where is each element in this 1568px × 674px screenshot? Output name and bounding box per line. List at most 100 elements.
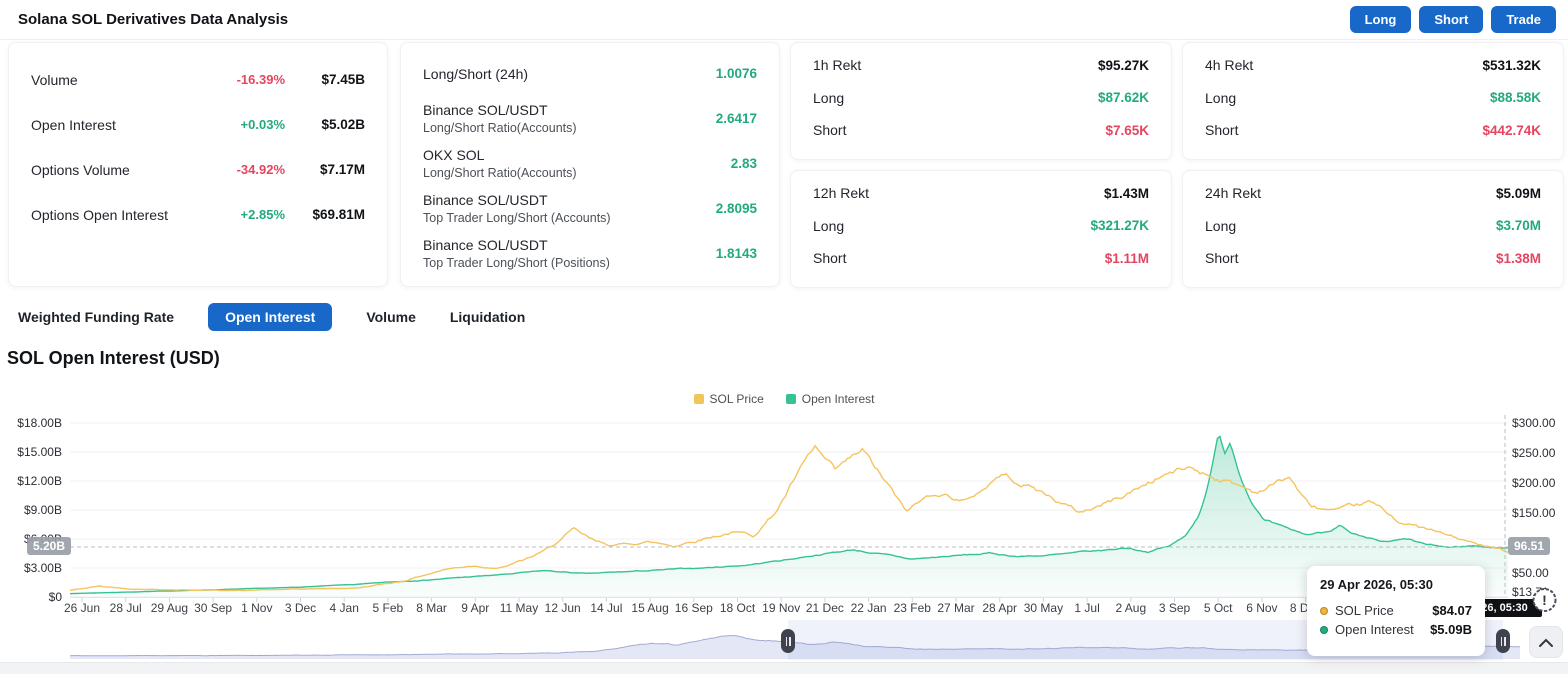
stat-row: Options Volume -34.92% $7.17M [31, 147, 365, 192]
rekt-value: $321.27K [1090, 218, 1149, 234]
ratio-label: Long/Short (24h) [423, 65, 529, 82]
rekt-row: 1h Rekt $95.27K [813, 49, 1149, 82]
chevron-up-icon [1539, 638, 1553, 647]
stat-label: Options Volume [31, 161, 130, 178]
ratio-sublabel: Top Trader Long/Short (Positions) [423, 256, 610, 270]
stat-row: Volume -16.39% $7.45B [31, 57, 365, 102]
crosshair-left-value-label: 5.20B [27, 537, 72, 555]
legend-label: Open Interest [801, 392, 875, 406]
ratio-label: Binance SOL/USDT [423, 237, 548, 253]
rekt-row: Long $321.27K [813, 210, 1149, 243]
rekt-label: Short [1205, 122, 1239, 139]
header-button-short[interactable]: Short [1419, 6, 1484, 33]
stat-change: -16.39% [236, 72, 285, 87]
ratio-sublabel: Long/Short Ratio(Accounts) [423, 166, 577, 180]
legend-label: SOL Price [709, 392, 764, 406]
rekt-row: Long $3.70M [1205, 210, 1541, 243]
ratio-value: 1.8143 [715, 246, 757, 261]
rekt-value: $531.32K [1482, 57, 1541, 73]
svg-text:!: ! [1542, 592, 1547, 608]
tooltip-series-label: Open Interest [1335, 622, 1414, 637]
ratio-value: 2.8095 [715, 201, 757, 216]
rekt-card-1h-rekt: 1h Rekt $95.27K Long $87.62K Short $7.65K [790, 42, 1172, 160]
rekt-label: 24h Rekt [1205, 185, 1262, 202]
ratio-row: Binance SOL/USDT Top Trader Long/Short (A… [423, 186, 757, 231]
rekt-row: Short $442.74K [1205, 114, 1541, 147]
ratio-row: Long/Short (24h) 1.0076 [423, 51, 757, 96]
collapse-chart-button[interactable] [1529, 626, 1563, 658]
rekt-label: Short [1205, 250, 1239, 267]
legend-item-open-interest[interactable]: Open Interest [785, 392, 875, 406]
rekt-row: Long $88.58K [1205, 82, 1541, 115]
header: Solana SOL Derivatives Data Analysis Lon… [0, 0, 1568, 40]
rekt-value: $87.62K [1097, 90, 1149, 106]
tab-volume[interactable]: Volume [366, 303, 416, 331]
stat-row: Options Open Interest +2.85% $69.81M [31, 192, 365, 237]
ratio-row: Binance SOL/USDT Long/Short Ratio(Account… [423, 96, 757, 141]
chart-title: SOL Open Interest (USD) [7, 348, 220, 368]
header-button-long[interactable]: Long [1349, 6, 1412, 33]
rekt-row: Short $7.65K [813, 114, 1149, 147]
tab-liquidation[interactable]: Liquidation [450, 303, 525, 331]
crosshair-right-value-label: 96.51 [1508, 537, 1551, 555]
ratio-sublabel: Top Trader Long/Short (Accounts) [423, 211, 611, 225]
tooltip-series-value: $84.07 [1432, 603, 1472, 618]
ratio-sublabel: Long/Short Ratio(Accounts) [423, 121, 577, 135]
rekt-label: Long [813, 217, 845, 234]
navigator-left-handle-icon[interactable] [781, 629, 795, 653]
stat-value: $7.45B [321, 72, 365, 87]
rekt-label: 12h Rekt [813, 185, 870, 202]
ratio-label: Binance SOL/USDT [423, 102, 548, 118]
stat-value: $69.81M [312, 207, 365, 222]
rekt-row: 4h Rekt $531.32K [1205, 49, 1541, 82]
ratio-value: 1.0076 [715, 66, 757, 81]
rekt-value: $5.09M [1495, 185, 1541, 201]
market-stats-card: Volume -16.39% $7.45B Open Interest +0.03% $5… [8, 42, 388, 287]
header-actions: Long Short Trade [1349, 6, 1556, 33]
stat-change: +0.03% [240, 117, 285, 132]
chart-legend: SOL Price Open Interest [0, 392, 1568, 406]
rekt-value: $95.27K [1097, 57, 1149, 73]
tooltip-series-dot-icon [1320, 606, 1328, 615]
tab-open-interest[interactable]: Open Interest [208, 303, 333, 331]
rekt-label: Short [813, 122, 847, 139]
header-button-trade[interactable]: Trade [1491, 6, 1556, 33]
rekt-label: Short [813, 250, 847, 267]
rekt-label: 4h Rekt [1205, 57, 1254, 74]
stat-change: +2.85% [240, 207, 285, 222]
legend-item-sol-price[interactable]: SOL Price [693, 392, 764, 406]
rekt-value: $442.74K [1482, 122, 1541, 138]
ratio-row: Binance SOL/USDT Top Trader Long/Short (P… [423, 231, 757, 276]
navigator-right-handle-icon[interactable] [1496, 629, 1510, 653]
rekt-card-12h-rekt: 12h Rekt $1.43M Long $321.27K Short $1.11M [790, 170, 1172, 288]
tooltip-series-value: $5.09B [1430, 622, 1472, 637]
tab-weighted-funding-rate[interactable]: Weighted Funding Rate [18, 303, 174, 331]
rekt-value: $1.38M [1495, 250, 1541, 266]
rekt-row: Short $1.38M [1205, 242, 1541, 275]
ratio-labels: Binance SOL/USDT Long/Short Ratio(Account… [423, 102, 716, 135]
legend-swatch-icon [785, 394, 796, 404]
long-short-ratio-card: Long/Short (24h) 1.0076 Binance SOL/USDT Lo… [400, 42, 780, 287]
rekt-value: $3.70M [1495, 218, 1541, 234]
stat-value: $7.17M [319, 162, 365, 177]
bottom-strip [0, 662, 1568, 674]
rekt-row: Short $1.11M [813, 242, 1149, 275]
rekt-value: $1.11M [1104, 250, 1149, 266]
stat-label: Volume [31, 71, 78, 88]
ratio-row: OKX SOL Long/Short Ratio(Accounts) 2.83 [423, 141, 757, 186]
rekt-value: $88.58K [1489, 90, 1541, 106]
ratio-labels: Binance SOL/USDT Top Trader Long/Short (P… [423, 237, 716, 270]
legend-swatch-icon [693, 394, 704, 404]
rekt-row: 12h Rekt $1.43M [813, 177, 1149, 210]
stat-value: $5.02B [321, 117, 365, 132]
tooltip-row: Open Interest $5.09B [1320, 620, 1472, 639]
tooltip-series-dot-icon [1320, 625, 1328, 634]
ratio-label: Binance SOL/USDT [423, 192, 548, 208]
tooltip-row: SOL Price $84.07 [1320, 601, 1472, 620]
stat-label: Open Interest [31, 116, 116, 133]
rekt-card-4h-rekt: 4h Rekt $531.32K Long $88.58K Short $442.74K [1182, 42, 1564, 160]
alert-badge-icon[interactable]: ! [1528, 584, 1561, 616]
stat-row: Open Interest +0.03% $5.02B [31, 102, 365, 147]
ratio-value: 2.6417 [715, 111, 757, 126]
stat-label: Options Open Interest [31, 206, 168, 223]
